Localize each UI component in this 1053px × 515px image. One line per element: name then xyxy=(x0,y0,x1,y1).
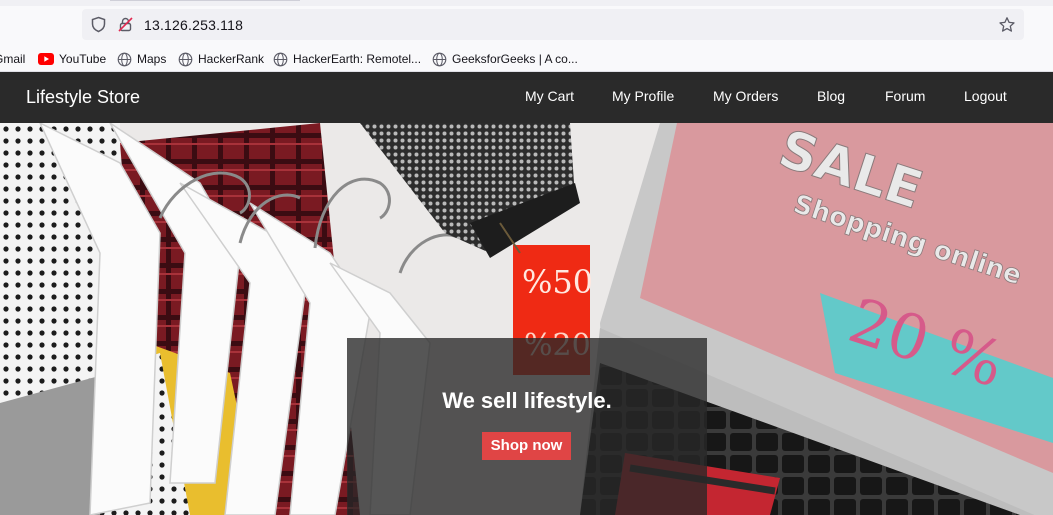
hero-banner: %50 %20 SALE Shopping online 20 % We sel… xyxy=(0,123,1053,515)
shop-now-button[interactable]: Shop now xyxy=(482,432,571,460)
globe-icon xyxy=(117,52,132,66)
bookmark-gmail[interactable]: Gmail xyxy=(0,50,25,68)
nav-my-orders[interactable]: My Orders xyxy=(713,88,778,104)
nav-logout[interactable]: Logout xyxy=(964,88,1007,104)
youtube-icon xyxy=(38,53,54,65)
url-toolbar: 13.126.253.118 xyxy=(0,6,1053,46)
hero-headline: We sell lifestyle. xyxy=(442,388,612,413)
bookmark-label: HackerEarth: Remotel... xyxy=(293,52,422,66)
globe-icon xyxy=(273,52,288,66)
bookmark-label: Maps xyxy=(137,52,167,66)
globe-icon xyxy=(178,52,193,66)
insecure-connection-lock-icon[interactable] xyxy=(117,16,134,33)
nav-blog[interactable]: Blog xyxy=(817,88,845,104)
bookmark-hackerrank[interactable]: HackerRank xyxy=(178,50,264,68)
url-text[interactable]: 13.126.253.118 xyxy=(144,17,243,33)
bookmark-star-icon[interactable] xyxy=(998,16,1016,34)
site-navbar: Lifestyle Store My Cart My Profile My Or… xyxy=(0,72,1053,123)
nav-my-cart[interactable]: My Cart xyxy=(525,88,574,104)
bookmark-label: GeeksforGeeks | A co... xyxy=(452,52,578,66)
hero-caption-box: We sell lifestyle. Shop now xyxy=(347,338,707,515)
brand-logo-link[interactable]: Lifestyle Store xyxy=(26,87,140,108)
tag-percent-50: %50 xyxy=(522,263,593,301)
bookmark-hackerearth[interactable]: HackerEarth: Remotel... xyxy=(273,50,421,68)
bookmark-youtube[interactable]: YouTube xyxy=(38,50,106,68)
bookmark-label: HackerRank xyxy=(198,52,265,66)
bookmark-label: YouTube xyxy=(59,52,107,66)
bookmark-maps[interactable]: Maps xyxy=(117,50,166,68)
nav-forum[interactable]: Forum xyxy=(885,88,925,104)
bookmark-label: Gmail xyxy=(0,52,26,66)
globe-icon xyxy=(432,52,447,66)
address-bar[interactable]: 13.126.253.118 xyxy=(82,9,1024,40)
bookmarks-toolbar: Gmail YouTube Maps HackerRank HackerEart… xyxy=(0,46,1053,72)
tracking-protection-shield-icon[interactable] xyxy=(90,16,107,33)
bookmark-geeksforgeeks[interactable]: GeeksforGeeks | A co... xyxy=(432,50,578,68)
nav-my-profile[interactable]: My Profile xyxy=(612,88,674,104)
active-tab-edge[interactable] xyxy=(110,0,300,1)
